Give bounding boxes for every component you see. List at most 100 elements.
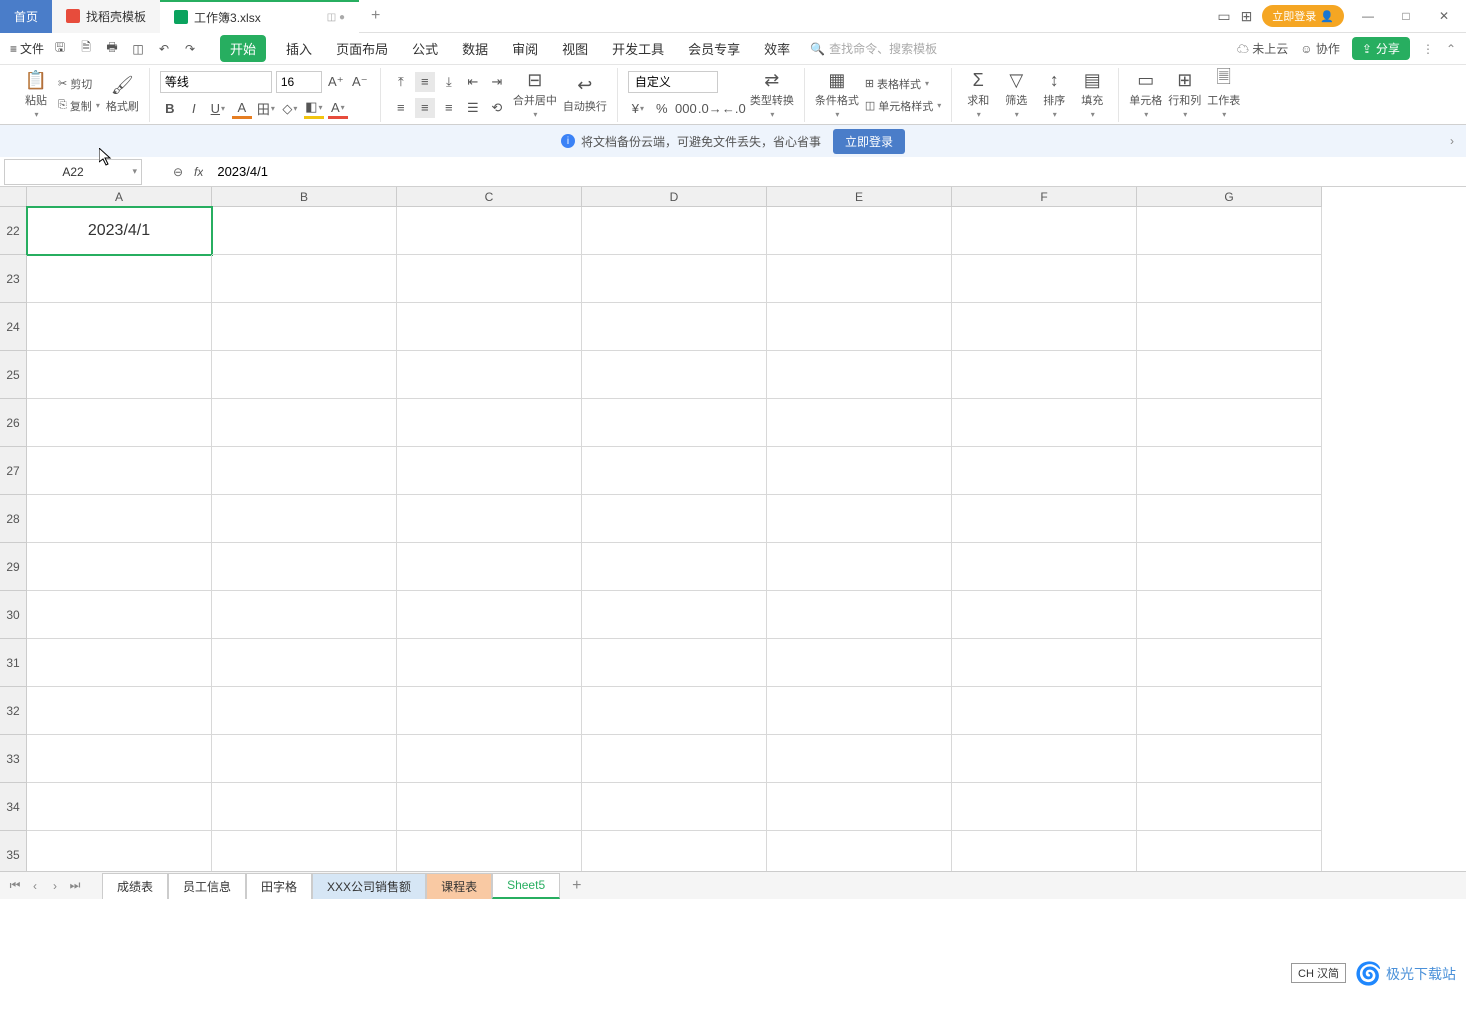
cell[interactable] bbox=[27, 687, 212, 735]
align-right-button[interactable]: ≡ bbox=[439, 98, 459, 118]
cell[interactable] bbox=[397, 351, 582, 399]
cell-style-button[interactable]: ◫单元格样式▾ bbox=[865, 97, 941, 115]
font-name-select[interactable] bbox=[160, 71, 272, 93]
menu-tab-data[interactable]: 数据 bbox=[458, 35, 492, 62]
cell[interactable] bbox=[397, 591, 582, 639]
cell[interactable] bbox=[27, 399, 212, 447]
cell[interactable] bbox=[952, 207, 1137, 255]
cell[interactable] bbox=[212, 783, 397, 831]
cell[interactable] bbox=[582, 639, 767, 687]
decrease-font-button[interactable]: A⁻ bbox=[350, 72, 370, 92]
format-painter-button[interactable]: 🖌 格式刷 bbox=[106, 76, 139, 114]
file-menu[interactable]: ≡ 文件 bbox=[10, 40, 44, 57]
cell-fill-button[interactable]: ◇▾ bbox=[280, 99, 300, 119]
cell[interactable] bbox=[27, 351, 212, 399]
cell[interactable] bbox=[1137, 447, 1322, 495]
cells-button[interactable]: ▭单元格▾ bbox=[1129, 70, 1162, 119]
cell[interactable] bbox=[767, 639, 952, 687]
preview-icon[interactable]: ◫ bbox=[128, 39, 148, 59]
cell[interactable] bbox=[767, 831, 952, 871]
sheet-nav-prev[interactable]: ‹ bbox=[26, 879, 44, 893]
cell[interactable] bbox=[582, 207, 767, 255]
collapse-icon[interactable]: ⌃ bbox=[1446, 42, 1456, 56]
font-style-button[interactable]: A bbox=[232, 99, 252, 119]
sheet-tab[interactable]: XXX公司销售额 bbox=[312, 873, 426, 899]
select-all-corner[interactable] bbox=[0, 187, 27, 207]
print-icon[interactable]: 🖶 bbox=[102, 39, 122, 59]
cell[interactable] bbox=[397, 639, 582, 687]
sheet-tab[interactable]: 员工信息 bbox=[168, 873, 246, 899]
banner-login-button[interactable]: 立即登录 bbox=[833, 129, 905, 154]
cell[interactable] bbox=[397, 447, 582, 495]
column-header[interactable]: B bbox=[212, 187, 397, 207]
cell[interactable] bbox=[767, 495, 952, 543]
row-header[interactable]: 28 bbox=[0, 495, 27, 543]
name-box[interactable]: A22 ▾ bbox=[4, 159, 142, 185]
sort-button[interactable]: ↕排序▾ bbox=[1038, 70, 1070, 119]
cell[interactable] bbox=[952, 351, 1137, 399]
cond-format-button[interactable]: ▦ 条件格式▾ bbox=[815, 70, 859, 119]
formula-input[interactable] bbox=[203, 159, 1466, 185]
cloud-status[interactable]: ☁ 未上云 bbox=[1237, 40, 1288, 57]
tab-templates[interactable]: 找稻壳模板 bbox=[52, 0, 160, 33]
cell[interactable] bbox=[952, 735, 1137, 783]
maximize-button[interactable]: □ bbox=[1392, 2, 1420, 30]
tab-add[interactable]: + bbox=[359, 7, 392, 25]
sheet-tab[interactable]: 田字格 bbox=[246, 873, 312, 899]
cell[interactable] bbox=[952, 399, 1137, 447]
grid[interactable]: ABCDEFG222023/4/123242526272829303132333… bbox=[0, 187, 1466, 871]
cell[interactable] bbox=[582, 495, 767, 543]
cell[interactable] bbox=[1137, 543, 1322, 591]
menu-tab-efficiency[interactable]: 效率 bbox=[760, 35, 794, 62]
orientation-button[interactable]: ⟲ bbox=[487, 98, 507, 118]
menu-tab-view[interactable]: 视图 bbox=[558, 35, 592, 62]
cell[interactable] bbox=[582, 831, 767, 871]
column-header[interactable]: G bbox=[1137, 187, 1322, 207]
close-button[interactable]: ✕ bbox=[1430, 2, 1458, 30]
cell[interactable] bbox=[212, 399, 397, 447]
cell[interactable] bbox=[27, 735, 212, 783]
align-bottom-button[interactable]: ⤓ bbox=[439, 72, 459, 92]
collab-button[interactable]: ☺ 协作 bbox=[1300, 40, 1340, 57]
sheet-nav-next[interactable]: › bbox=[46, 879, 64, 893]
undo-icon[interactable]: ↶ bbox=[154, 39, 174, 59]
cell[interactable] bbox=[27, 543, 212, 591]
increase-font-button[interactable]: A⁺ bbox=[326, 72, 346, 92]
share-button[interactable]: ⇪ 分享 bbox=[1352, 37, 1410, 60]
cell[interactable] bbox=[952, 543, 1137, 591]
column-header[interactable]: A bbox=[27, 187, 212, 207]
cell[interactable] bbox=[212, 303, 397, 351]
saveas-icon[interactable]: 🗎 bbox=[76, 39, 96, 59]
cell[interactable] bbox=[397, 207, 582, 255]
indent-dec-button[interactable]: ⇤ bbox=[463, 72, 483, 92]
cell[interactable] bbox=[212, 639, 397, 687]
row-header[interactable]: 27 bbox=[0, 447, 27, 495]
merge-button[interactable]: ⊟ 合并居中▾ bbox=[513, 70, 557, 119]
cancel-icon[interactable]: ⊖ bbox=[166, 160, 190, 184]
cell[interactable] bbox=[1137, 399, 1322, 447]
column-header[interactable]: E bbox=[767, 187, 952, 207]
sheet-tab[interactable]: 课程表 bbox=[426, 873, 492, 899]
cell[interactable] bbox=[952, 495, 1137, 543]
type-convert-button[interactable]: ⇄ 类型转换▾ bbox=[750, 70, 794, 119]
cell[interactable] bbox=[27, 831, 212, 871]
sheet-tab[interactable]: Sheet5 bbox=[492, 873, 560, 899]
save-icon[interactable]: 🖫 bbox=[50, 39, 70, 59]
row-header[interactable]: 34 bbox=[0, 783, 27, 831]
menu-tab-layout[interactable]: 页面布局 bbox=[332, 35, 392, 62]
cell[interactable] bbox=[767, 255, 952, 303]
layout-icon[interactable]: ▭ bbox=[1217, 8, 1230, 25]
table-style-button[interactable]: ⊞表格样式▾ bbox=[865, 75, 941, 93]
number-format-select[interactable] bbox=[628, 71, 718, 93]
cell[interactable] bbox=[1137, 831, 1322, 871]
cell[interactable] bbox=[952, 687, 1137, 735]
sheet-add-button[interactable]: + bbox=[562, 877, 591, 895]
row-header[interactable]: 33 bbox=[0, 735, 27, 783]
cell[interactable] bbox=[212, 543, 397, 591]
cell[interactable] bbox=[767, 303, 952, 351]
cell[interactable] bbox=[1137, 687, 1322, 735]
fill-button[interactable]: ▤填充▾ bbox=[1076, 70, 1108, 119]
minimize-button[interactable]: — bbox=[1354, 2, 1382, 30]
currency-button[interactable]: ¥▾ bbox=[628, 99, 648, 119]
cell[interactable] bbox=[1137, 351, 1322, 399]
